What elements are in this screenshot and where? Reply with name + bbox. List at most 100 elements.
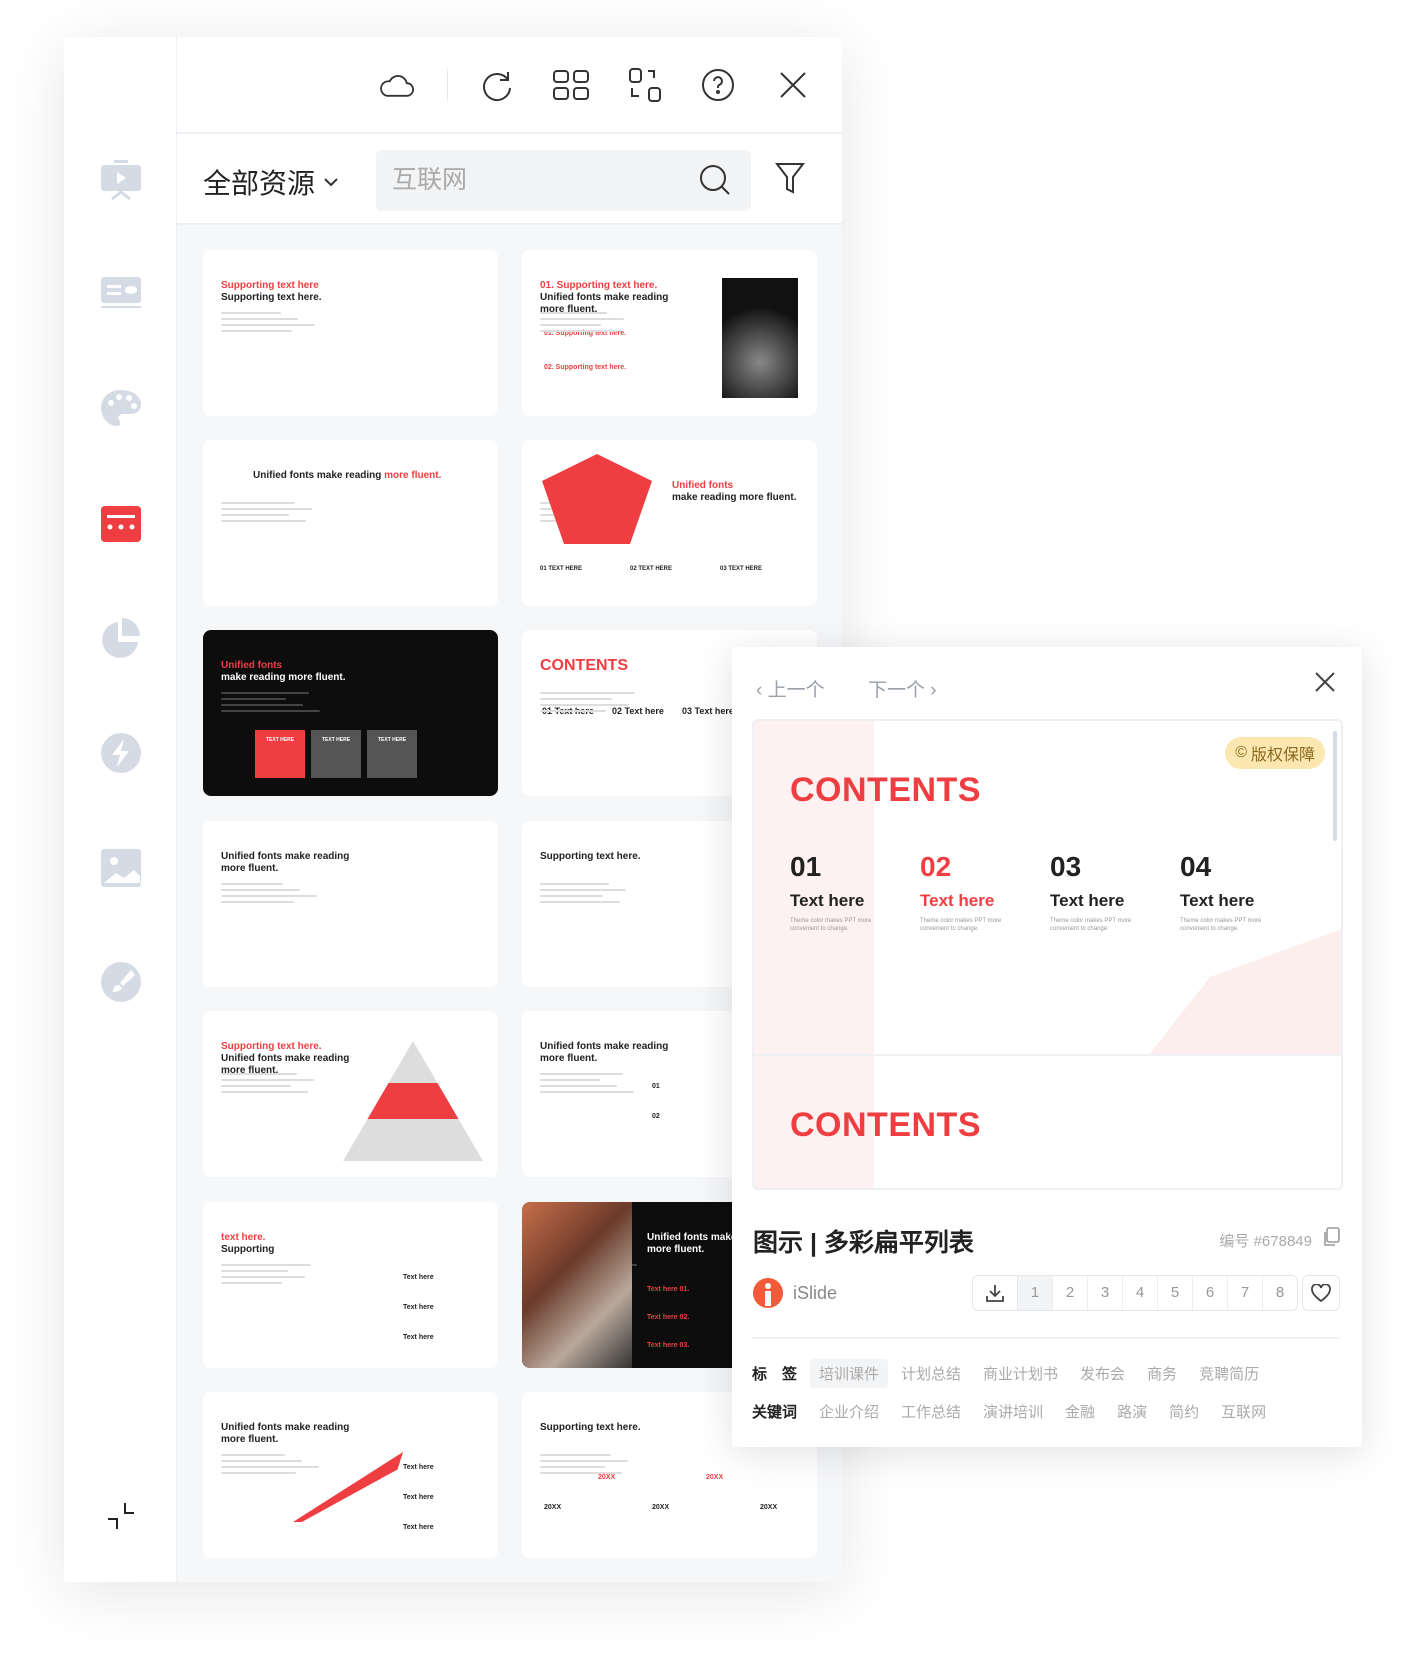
prev-button[interactable]: ‹ 上一个 [756, 675, 825, 702]
diagram-icon [101, 506, 141, 542]
page-8-button[interactable]: 8 [1262, 1276, 1297, 1310]
keyword-chip[interactable]: 金融 [1056, 1397, 1104, 1426]
preview-scrollbar[interactable] [1333, 731, 1337, 841]
swap-icon[interactable] [627, 67, 663, 103]
page-5-button[interactable]: 5 [1157, 1276, 1192, 1310]
resource-card[interactable]: 01. Supporting text here. Unified fonts m… [522, 250, 817, 416]
tag-chip[interactable]: 竞聘简历 [1190, 1359, 1268, 1388]
card-accent: more fluent. [384, 470, 442, 481]
resource-card[interactable]: Supporting text here Supporting text here… [203, 250, 498, 416]
download-icon[interactable] [973, 1283, 1017, 1303]
detail-popup: ‹ 上一个 下一个 › © 版权保障 CONTENTS 01 Text here The… [732, 647, 1362, 1447]
sidebar-item-palette[interactable] [98, 386, 144, 432]
scope-label: 全部资源 [203, 168, 316, 199]
page-4-button[interactable]: 4 [1122, 1276, 1157, 1310]
slide-item: 02 Text here Theme color makes PPT more co… [920, 851, 1040, 933]
favorite-icon[interactable] [1302, 1275, 1340, 1311]
author[interactable]: iSlide [753, 1278, 837, 1308]
slide-item: 01 Text here Theme color makes PPT more co… [790, 851, 910, 933]
card-item: 01 [652, 1083, 660, 1090]
grid-icon[interactable] [553, 67, 589, 103]
prev-label: 上一个 [767, 680, 825, 701]
resource-card[interactable]: Unified fonts make reading more fluent. TE… [203, 630, 498, 796]
sidebar-item-diagram[interactable] [98, 501, 144, 547]
toolbar-divider [447, 69, 448, 101]
close-icon[interactable] [1314, 671, 1336, 698]
tag-chip[interactable]: 发布会 [1071, 1359, 1134, 1388]
page-3-button[interactable]: 3 [1087, 1276, 1122, 1310]
photo-image [522, 1202, 632, 1368]
item-label: Text here [1050, 891, 1125, 910]
islide-panel: 全部资源 Supporting text hereSupporting text… [64, 37, 842, 1582]
cloud-icon[interactable] [378, 67, 414, 103]
page-7-button[interactable]: 7 [1227, 1276, 1262, 1310]
tag-chip[interactable]: 商务 [1138, 1359, 1186, 1388]
card-item: 20XX [652, 1504, 670, 1511]
sidebar-item-template[interactable] [98, 269, 144, 315]
tag-chip[interactable]: 计划总结 [892, 1359, 970, 1388]
template-icon [101, 277, 141, 308]
tag-chip[interactable]: 商业计划书 [974, 1359, 1067, 1388]
item-label: Text here [790, 891, 865, 910]
sidebar-item-image[interactable] [98, 845, 144, 891]
card-title: Unified fonts make reading more fluent. [253, 470, 473, 482]
card-item: Text here 01. [647, 1286, 690, 1293]
keyword-chip[interactable]: 演讲培训 [974, 1397, 1052, 1426]
page-selector: 12345678 [972, 1275, 1298, 1311]
next-button[interactable]: 下一个 › [868, 675, 937, 702]
divider [752, 1337, 1340, 1339]
close-icon[interactable] [775, 67, 811, 103]
item-number: 02 [920, 851, 952, 882]
resource-card[interactable]: Unified fonts make reading more fluent. [203, 440, 498, 606]
text-line [221, 704, 303, 706]
tag-chip[interactable]: 培训课件 [810, 1359, 889, 1388]
scope-dropdown[interactable]: 全部资源 [203, 162, 339, 202]
text-line [540, 318, 624, 320]
page-2-button[interactable]: 2 [1052, 1276, 1087, 1310]
text-line [540, 1091, 634, 1093]
keyword-chip[interactable]: 互联网 [1212, 1397, 1275, 1426]
text-line [221, 514, 289, 516]
resource-card[interactable]: Unified fonts make reading more fluent. T… [203, 1392, 498, 1558]
sidebar-item-brush[interactable] [98, 959, 144, 1005]
tags-label: 标 签 [752, 1366, 798, 1383]
card-title: Unified fonts make reading more fluent. [672, 480, 817, 504]
card-item: 02 TEXT HERE [630, 566, 673, 572]
resource-card[interactable]: text here. Supporting Text here Text here Te… [203, 1202, 498, 1368]
resource-card[interactable]: Supporting text here. Unified fonts make … [203, 1011, 498, 1177]
card-title: Supporting text here Supporting text here… [221, 280, 371, 304]
text-line [540, 889, 626, 891]
text-line [540, 312, 607, 314]
card-accent: Unified fonts [672, 480, 734, 491]
sidebar-item-lightning[interactable] [98, 730, 144, 776]
filter-icon[interactable] [774, 162, 806, 199]
item-number: 03 [998, 1186, 1118, 1188]
page-1-button[interactable]: 1 [1017, 1276, 1052, 1310]
keyword-chip[interactable]: 企业介绍 [810, 1397, 888, 1426]
card-item: TEXT HERE [255, 730, 305, 778]
resource-card[interactable]: Unified fonts make reading more fluent. 01… [522, 440, 817, 606]
keyword-chip[interactable]: 路演 [1108, 1397, 1156, 1426]
text-line [540, 330, 618, 332]
item-number: 01 [790, 851, 822, 882]
card-item: Text here [403, 1334, 434, 1341]
slide-preview[interactable]: © 版权保障 CONTENTS 01 Text here Theme color mak… [752, 719, 1343, 1190]
tags-row: 标 签培训课件 计划总结 商业计划书 发布会 商务 竞聘简历 [752, 1359, 1272, 1388]
page-6-button[interactable]: 6 [1192, 1276, 1227, 1310]
preview-slide: CONTENTS 0102030405 [754, 1054, 1341, 1188]
search-input[interactable] [392, 162, 682, 198]
collapse-icon[interactable] [98, 1493, 144, 1539]
resource-card[interactable]: Unified fonts make reading more fluent. [203, 821, 498, 987]
help-icon[interactable] [700, 67, 736, 103]
sidebar-item-pie-chart[interactable] [98, 616, 144, 662]
search-icon[interactable] [699, 164, 731, 196]
copy-icon[interactable] [1322, 1227, 1340, 1252]
preview-slide: CONTENTS 01 Text here Theme color makes PPT… [754, 721, 1341, 1054]
keyword-chip[interactable]: 工作总结 [892, 1397, 970, 1426]
resource-code: 编号 #678849 [1219, 1233, 1312, 1250]
brush-icon [101, 962, 141, 1002]
card-title: Supporting text here. [540, 851, 690, 863]
refresh-icon[interactable] [479, 67, 515, 103]
sidebar-item-presentation[interactable] [98, 157, 144, 203]
keyword-chip[interactable]: 简约 [1160, 1397, 1208, 1426]
